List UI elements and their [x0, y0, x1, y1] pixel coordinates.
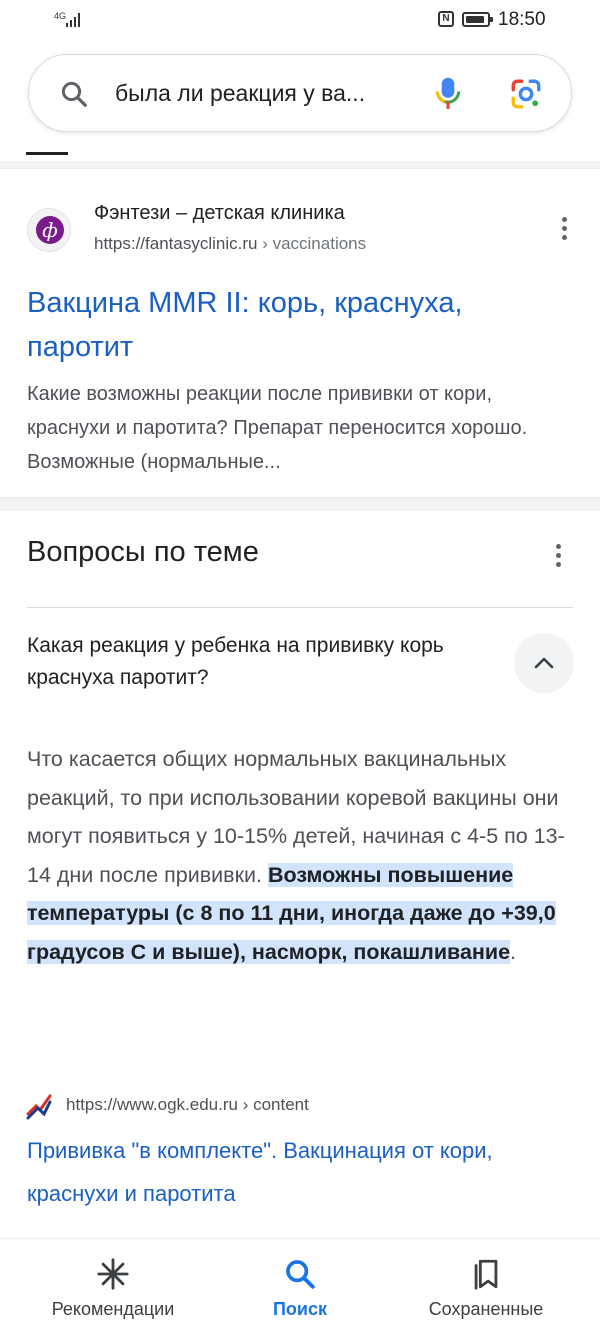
clock: 18:50 — [498, 9, 546, 30]
source-title-link[interactable]: Прививка "в комплекте". Вакцинация от ко… — [27, 1129, 567, 1215]
search-query[interactable]: была ли реакция у ва... — [115, 80, 365, 107]
result-snippet: Какие возможны реакции после прививки от… — [27, 383, 528, 473]
site-name[interactable]: Фэнтези – детская клиника — [94, 202, 345, 225]
nfc-icon: N — [438, 11, 454, 27]
source-url[interactable]: https://www.ogk.edu.ru › content — [66, 1095, 309, 1115]
site-logo-icon: ф — [36, 216, 64, 244]
search-icon — [61, 81, 87, 107]
saved-icon — [474, 1259, 498, 1290]
search-icon — [286, 1260, 315, 1289]
google-lens-icon[interactable] — [509, 77, 543, 111]
related-questions-heading: Вопросы по теме — [27, 536, 259, 568]
collapse-button[interactable] — [514, 633, 574, 693]
site-url[interactable]: https://fantasyclinic.ru › vaccinations — [94, 234, 366, 254]
source-favicon-icon — [26, 1094, 52, 1120]
site-favicon: ф — [27, 208, 71, 252]
answer-text: Что касается общих нормальных вакцинальн… — [27, 747, 565, 964]
section-divider — [0, 497, 600, 511]
tab-indicator — [26, 152, 68, 155]
nav-recommendations[interactable]: Рекомендации — [20, 1239, 206, 1333]
microphone-icon[interactable] — [433, 75, 463, 113]
divider — [27, 607, 573, 608]
search-result: ф Фэнтези – детская клиника https://fant… — [0, 169, 600, 497]
more-options-icon[interactable] — [556, 544, 561, 567]
result-title-link[interactable]: Вакцина MMR II: корь, краснуха, паротит — [27, 281, 567, 369]
question-text[interactable]: Какая реакция у ребенка на прививку корь… — [27, 630, 477, 694]
nav-search[interactable]: Поиск — [240, 1239, 360, 1333]
nav-saved[interactable]: Сохраненные — [400, 1239, 572, 1333]
section-divider — [0, 161, 600, 169]
bottom-navigation: Рекомендации Поиск Сохраненные — [0, 1238, 600, 1332]
chevron-up-icon — [534, 657, 554, 669]
battery-icon — [462, 12, 493, 27]
more-options-icon[interactable] — [556, 217, 572, 245]
status-bar: 4G N 18:50 — [0, 0, 600, 44]
search-bar[interactable]: была ли реакция у ва... — [28, 54, 572, 132]
network-type: 4G — [54, 11, 67, 21]
asterisk-icon — [97, 1258, 129, 1290]
signal-icon — [66, 12, 80, 27]
